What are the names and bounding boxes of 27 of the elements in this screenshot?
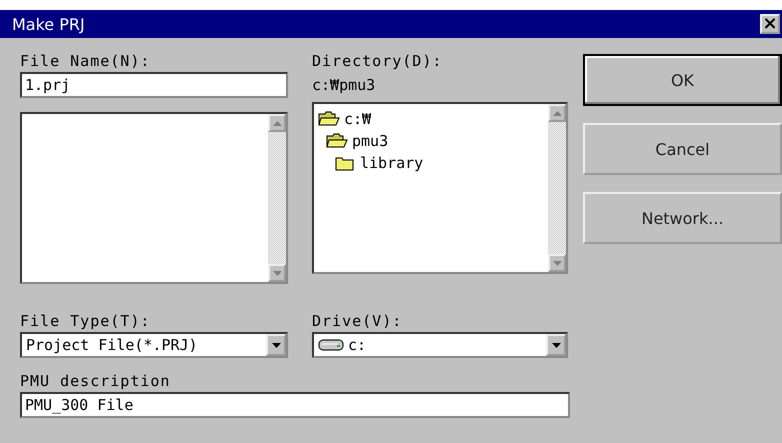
file-type-dropdown[interactable]: Project File(*.PRJ) <box>20 332 288 358</box>
scroll-down-icon[interactable] <box>268 264 286 282</box>
scroll-up-icon[interactable] <box>548 104 566 122</box>
window-title: Make PRJ <box>12 14 85 34</box>
file-name-field[interactable]: 1.prj <box>20 72 288 98</box>
file-name-label: File Name(N): <box>20 51 152 72</box>
description-field[interactable]: PMU_300 File <box>20 392 570 418</box>
scrollbar[interactable] <box>268 114 286 282</box>
scroll-up-icon[interactable] <box>268 114 286 132</box>
description-label: PMU description <box>20 371 172 392</box>
drive-label: Drive(V): <box>312 311 404 332</box>
network-button[interactable]: Network... <box>583 192 782 244</box>
drive-dropdown[interactable]: c: <box>312 332 568 358</box>
file-list[interactable] <box>20 112 288 284</box>
ok-button[interactable]: OK <box>583 54 782 106</box>
scrollbar[interactable] <box>548 104 566 272</box>
directory-label: Directory(D): <box>312 51 444 72</box>
tree-item[interactable]: pmu3 <box>352 132 388 150</box>
directory-path: c:₩pmu3 <box>312 75 376 96</box>
cancel-button[interactable]: Cancel <box>583 123 782 175</box>
file-type-label: File Type(T): <box>20 311 152 332</box>
directory-list[interactable]: c:₩ pmu3 library <box>312 102 568 274</box>
scroll-down-icon[interactable] <box>548 254 566 272</box>
drive-icon <box>318 339 344 351</box>
tree-item[interactable]: c:₩ <box>344 110 372 128</box>
tree-item[interactable]: library <box>360 154 424 172</box>
close-button[interactable]: × <box>760 14 780 34</box>
